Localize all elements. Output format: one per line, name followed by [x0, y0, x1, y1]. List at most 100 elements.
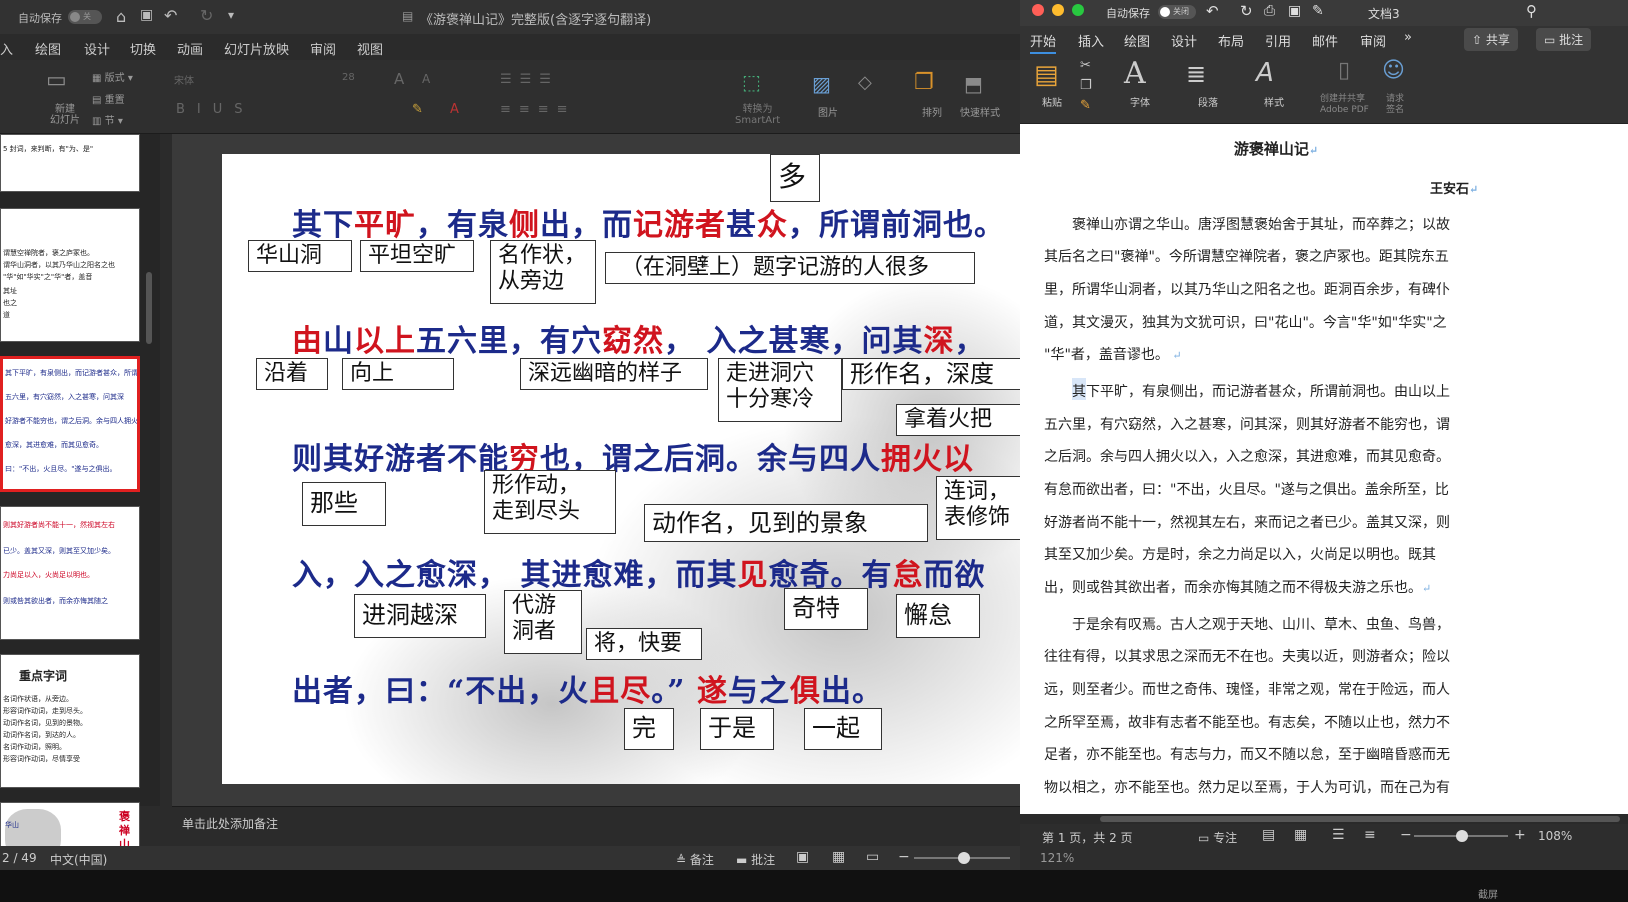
tab-draw[interactable]: 绘图: [35, 39, 61, 58]
quick-styles-icon[interactable]: ⬒: [964, 72, 983, 96]
horizontal-scrollbar[interactable]: [1020, 814, 1628, 824]
font-color-icon[interactable]: A: [450, 102, 459, 117]
notes-toggle-button[interactable]: ≜ 备注: [676, 851, 714, 868]
reset-button[interactable]: ▤ 重置: [92, 91, 125, 106]
slideshow-icon[interactable]: ▭: [866, 849, 879, 865]
request-sign-button[interactable]: 请求 签名: [1386, 94, 1404, 116]
paste-icon[interactable]: ▤: [1034, 60, 1059, 90]
paragraph-icon[interactable]: ≣: [1186, 60, 1206, 88]
word-autosave-toggle[interactable]: 关闭: [1158, 5, 1196, 19]
word-search-icon[interactable]: ⚲: [1526, 2, 1537, 20]
word-undo-icon[interactable]: ↶: [1206, 2, 1219, 20]
home-icon[interactable]: ⌂: [116, 7, 126, 26]
paragraph-button[interactable]: 段落: [1198, 94, 1218, 109]
tab-home[interactable]: 开始: [1030, 31, 1057, 54]
tab-review[interactable]: 审阅: [1360, 31, 1386, 50]
font-size-select[interactable]: 28: [342, 72, 355, 83]
tab-design[interactable]: 设计: [84, 39, 110, 58]
new-slide-button[interactable]: 新建 幻灯片: [48, 104, 82, 126]
slide-thumbnail[interactable]: 谓慧空禅院者，褒之庐冢也。 谓华山洞者，以其乃华山之阳名之也 "华"如"华实"之…: [0, 208, 140, 342]
edit-icon[interactable]: ✎: [1312, 3, 1324, 19]
draft-view-icon[interactable]: ≡: [1364, 827, 1376, 843]
arrange-button[interactable]: 排列: [922, 104, 942, 119]
tab-transitions[interactable]: 切换: [130, 39, 156, 58]
customize-toolbar-icon[interactable]: ▾: [228, 8, 234, 22]
tab-layout[interactable]: 布局: [1218, 31, 1244, 50]
font-button[interactable]: 字体: [1130, 94, 1150, 109]
paste-button[interactable]: 粘贴: [1042, 94, 1062, 109]
zoom-out-icon[interactable]: −: [898, 849, 910, 865]
comments-toggle-button[interactable]: ▬ 批注: [736, 851, 775, 868]
word-zoom-slider[interactable]: [1414, 830, 1508, 842]
word-document-page[interactable]: 游褒禅山记↵ 王安石↵ 褒禅山亦谓之华山。唐浮图慧褒始舍于其址，而卒葬之；以故 …: [1020, 124, 1628, 814]
slide-thumbnail-selected[interactable]: 其下平旷，有泉侧出，而记游者甚众，所谓前洞也。 五六里，有穴窈然，入之甚寒，问其…: [0, 356, 140, 492]
new-slide-icon[interactable]: ▭: [46, 68, 67, 93]
normal-view-icon[interactable]: ▣: [796, 849, 809, 865]
tab-draw[interactable]: 绘图: [1124, 31, 1150, 50]
undo-icon[interactable]: ↶: [164, 6, 177, 25]
language-indicator[interactable]: 中文(中国): [50, 851, 107, 868]
slide-text-segment: 与之: [727, 674, 790, 709]
convert-smartart-button[interactable]: 转换为 SmartArt: [735, 104, 780, 126]
layout-button[interactable]: ▦ 版式 ▾: [92, 69, 133, 84]
align-icons[interactable]: ≡≡≡≡: [500, 102, 576, 117]
picture-icon[interactable]: ▨: [812, 72, 831, 96]
zoom-slider[interactable]: [914, 852, 1010, 864]
redo-icon[interactable]: ↻: [200, 6, 213, 25]
font-format-icons[interactable]: BIUS: [176, 102, 255, 117]
web-layout-icon[interactable]: ▦: [1294, 827, 1307, 843]
format-painter-icon[interactable]: ✎: [1080, 98, 1091, 113]
tab-mailings[interactable]: 邮件: [1312, 31, 1338, 50]
slide-thumbnail[interactable]: 重点字词 名词作状语，从旁边。 形容词作动词，走到尽头。 动词作名词，见到的景物…: [0, 654, 140, 788]
print-layout-icon[interactable]: ▤: [1262, 827, 1275, 843]
styles-icon[interactable]: A: [1256, 58, 1274, 88]
styles-button[interactable]: 样式: [1264, 94, 1284, 109]
slide-thumbnail-pane: 5 封词，来判断，有"为、是" 谓慧空禅院者，褒之庐冢也。 谓华山洞者，以其乃华…: [0, 134, 160, 862]
word-save-icon[interactable]: ▣: [1288, 3, 1301, 19]
word-zoom-out-icon[interactable]: −: [1400, 827, 1412, 843]
tab-review[interactable]: 审阅: [310, 39, 336, 58]
copy-icon[interactable]: ❐: [1080, 78, 1092, 93]
highlight-icon[interactable]: ✎: [412, 102, 423, 117]
comments-button[interactable]: ▭ 批注: [1536, 28, 1592, 51]
maximize-window-icon[interactable]: [1072, 4, 1084, 16]
thumbnail-scrollbar[interactable]: [146, 272, 152, 344]
cut-icon[interactable]: ✂: [1080, 58, 1091, 73]
list-icons[interactable]: ☰☰☰: [500, 72, 559, 87]
picture-button[interactable]: 图片: [818, 104, 838, 119]
slide-thumbnail[interactable]: 5 封词，来判断，有"为、是": [0, 134, 140, 192]
slide-thumbnail[interactable]: 则其好游者尚不能十一，然视其左右 已少。盖其又深，则其至又加少矣。 力尚足以入，…: [0, 506, 140, 640]
tab-insert[interactable]: 插入: [1078, 31, 1104, 50]
increase-font-icon[interactable]: A: [394, 70, 404, 88]
tab-references[interactable]: 引用: [1265, 31, 1291, 50]
word-zoom-in-icon[interactable]: +: [1514, 827, 1526, 843]
more-tabs-icon[interactable]: »: [1404, 30, 1412, 45]
word-redo-icon[interactable]: ↻: [1240, 2, 1253, 20]
smartart-icon[interactable]: ⬚: [742, 70, 761, 94]
font-icon[interactable]: A: [1124, 56, 1146, 91]
adobe-pdf-icon[interactable]: ▯: [1338, 58, 1350, 83]
close-window-icon[interactable]: [1032, 4, 1044, 16]
section-button[interactable]: ▥ 节 ▾: [92, 112, 123, 127]
minimize-window-icon[interactable]: [1052, 4, 1064, 16]
tab-slideshow[interactable]: 幻灯片放映: [224, 39, 289, 58]
tab-view[interactable]: 视图: [357, 39, 383, 58]
focus-button[interactable]: ▭ 专注: [1198, 829, 1237, 846]
quick-styles-button[interactable]: 快速样式: [960, 104, 1000, 119]
shapes-icon[interactable]: ◇: [858, 72, 872, 93]
print-icon[interactable]: ⎙: [1264, 3, 1275, 19]
tab-insert[interactable]: 入: [0, 39, 13, 58]
arrange-icon[interactable]: ❐: [914, 70, 934, 95]
request-sign-icon[interactable]: ☺: [1382, 58, 1405, 83]
tab-design[interactable]: 设计: [1171, 31, 1197, 50]
decrease-font-icon[interactable]: A: [422, 72, 430, 86]
create-pdf-button[interactable]: 创建并共享 Adobe PDF: [1320, 94, 1369, 116]
autosave-toggle[interactable]: 关: [68, 10, 102, 24]
font-name-select[interactable]: 宋体: [174, 72, 330, 90]
notes-pane[interactable]: 单击此处添加备注: [172, 806, 1020, 846]
share-button[interactable]: ⇧ 共享: [1464, 28, 1518, 51]
slide-sorter-icon[interactable]: ▦: [832, 849, 845, 865]
save-icon[interactable]: ▣: [140, 7, 153, 23]
outline-view-icon[interactable]: ☰: [1332, 827, 1345, 843]
tab-animations[interactable]: 动画: [177, 39, 203, 58]
